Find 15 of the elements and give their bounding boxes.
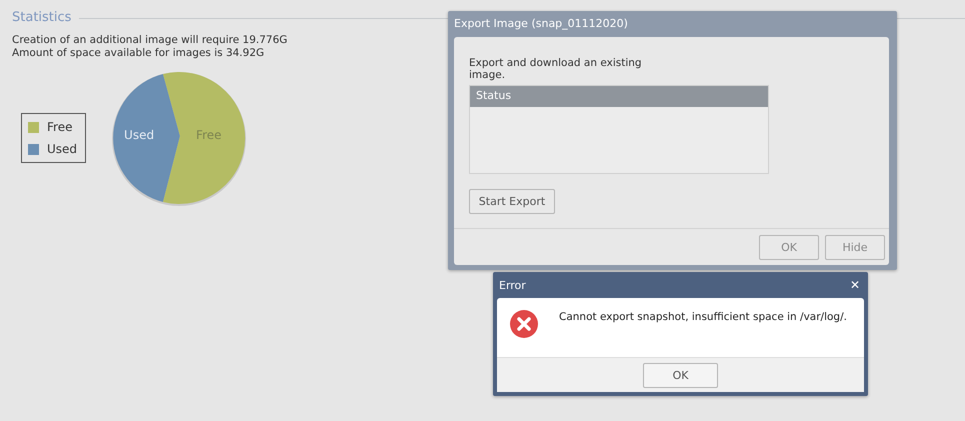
legend-label: Free	[47, 120, 72, 134]
slice-label: Used	[124, 128, 154, 142]
slice-label: Free	[196, 128, 222, 142]
info-text: Creation of an additional image will require 19.776G	[12, 34, 288, 47]
start-export-button[interactable]: Start Export	[469, 189, 555, 214]
error-message: Cannot export snapshot, insufficient space in /var/log/.	[559, 311, 847, 323]
dialog-title: Export Image (snap_01112020)	[454, 16, 629, 32]
close-button[interactable]: ✕	[850, 278, 860, 292]
info-text: Amount of space available for images is 34.92G	[12, 47, 266, 60]
dialog-title: Error	[499, 278, 526, 292]
ok-button[interactable]: OK	[643, 363, 718, 388]
section-title: Statistics	[12, 10, 72, 25]
description-text: Export and download an existing image.	[469, 57, 643, 81]
status-header: Status	[470, 86, 768, 107]
legend-label: Used	[47, 142, 78, 156]
